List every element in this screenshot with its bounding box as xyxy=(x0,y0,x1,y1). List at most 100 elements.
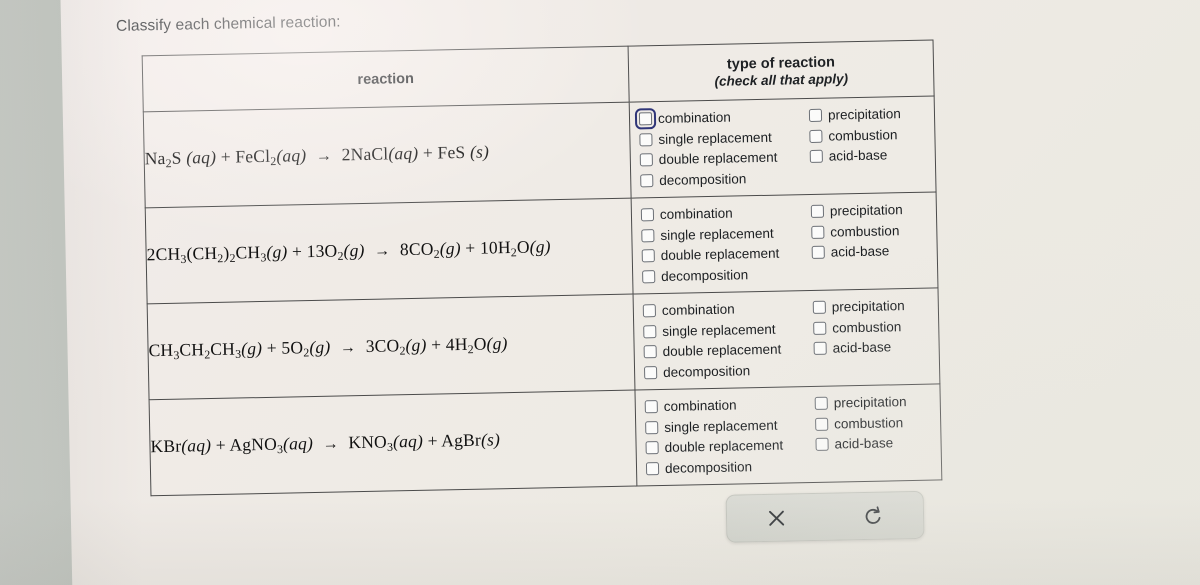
checkbox-label: combustion xyxy=(832,318,902,336)
checkbox-group: combination precipitation single replaceme… xyxy=(635,384,941,485)
checkbox-box-icon[interactable] xyxy=(644,399,658,414)
checkbox-label: acid-base xyxy=(830,243,890,260)
checkbox-label: combustion xyxy=(830,222,900,240)
checkbox-decomposition[interactable]: decomposition xyxy=(640,170,810,188)
checkbox-box-icon[interactable] xyxy=(643,324,657,338)
checkbox-precipitation[interactable]: precipitation xyxy=(814,393,935,411)
checkbox-single-replacement[interactable]: single replacement xyxy=(639,129,809,147)
checkbox-label: acid-base xyxy=(828,147,888,164)
checkbox-combination[interactable]: combination xyxy=(642,300,813,318)
checkbox-combustion[interactable]: combustion xyxy=(815,414,935,431)
checkbox-box-icon[interactable] xyxy=(641,228,655,243)
reaction-type-cell: combination precipitation single replaceme… xyxy=(631,191,938,295)
checkbox-label: decomposition xyxy=(661,267,749,285)
page-title: Classify each chemical reaction: xyxy=(115,13,341,35)
checkbox-box-icon[interactable] xyxy=(639,132,653,147)
checkbox-acid-base[interactable]: acid-base xyxy=(815,435,935,452)
checkbox-double-replacement[interactable]: double replacement xyxy=(639,149,810,167)
checkbox-box-icon[interactable] xyxy=(811,246,825,260)
checkbox-label: single replacement xyxy=(664,417,778,435)
reaction-equation: KBr(aq) + AgNO3(aq) → KNO3(aq) + AgBr(s) xyxy=(149,390,637,496)
checkbox-box-icon[interactable] xyxy=(811,225,825,239)
checkbox-box-icon[interactable] xyxy=(813,342,827,356)
reaction-equation: Na2S (aq) + FeCl2(aq) → 2NaCl(aq) + FeS … xyxy=(143,102,632,208)
checkbox-single-replacement[interactable]: single replacement xyxy=(645,417,815,435)
checkbox-label: single replacement xyxy=(660,225,774,243)
checkbox-row: decomposition xyxy=(640,165,931,192)
checkbox-box-icon[interactable] xyxy=(812,300,826,314)
checkbox-box-icon[interactable] xyxy=(643,366,658,380)
checkbox-decomposition[interactable]: decomposition xyxy=(643,362,814,381)
checkbox-double-replacement[interactable]: double replacement xyxy=(645,437,815,455)
checkbox-label: precipitation xyxy=(831,297,905,315)
checkbox-combustion[interactable]: combustion xyxy=(813,318,933,335)
checkbox-decomposition[interactable]: decomposition xyxy=(642,266,812,284)
checkbox-label: decomposition xyxy=(664,459,753,477)
checkbox-acid-base[interactable]: acid-base xyxy=(813,339,934,356)
checkbox-label: double replacement xyxy=(664,437,784,456)
reaction-type-cell: combination precipitation single replaceme… xyxy=(633,287,940,391)
checkbox-combination[interactable]: combination xyxy=(644,396,815,414)
page-content: Classify each chemical reaction: reactio… xyxy=(60,0,1200,585)
clear-button[interactable] xyxy=(727,494,826,542)
checkbox-box-icon[interactable] xyxy=(645,462,660,476)
checkbox-box-icon[interactable] xyxy=(815,438,829,452)
checkbox-box-icon[interactable] xyxy=(641,249,655,263)
checkbox-combustion[interactable]: combustion xyxy=(811,222,931,239)
checkbox-label: precipitation xyxy=(829,202,903,219)
checkbox-combination[interactable]: combination xyxy=(634,107,809,130)
table-row: KBr(aq) + AgNO3(aq) → KNO3(aq) + AgBr(s)… xyxy=(149,383,942,496)
checkbox-single-replacement[interactable]: single replacement xyxy=(641,225,811,243)
checkbox-box-icon[interactable] xyxy=(815,417,829,431)
checkbox-box-icon[interactable] xyxy=(813,321,827,335)
checkbox-label: combustion xyxy=(828,126,898,144)
checkbox-label: double replacement xyxy=(660,245,780,264)
table-row: Na2S (aq) + FeCl2(aq) → 2NaCl(aq) + FeS … xyxy=(143,95,937,208)
table-row: 2CH3(CH2)2CH3(g) + 13O2(g) → 8CO2(g) + 1… xyxy=(145,191,938,304)
checkbox-label: single replacement xyxy=(662,321,776,339)
checkbox-combination[interactable]: combination xyxy=(640,204,811,222)
checkbox-row: decomposition xyxy=(642,261,933,288)
checkbox-box-icon[interactable] xyxy=(634,107,657,130)
checkbox-label: decomposition xyxy=(662,363,751,381)
checkbox-combustion[interactable]: combustion xyxy=(809,126,929,143)
checkbox-precipitation[interactable]: precipitation xyxy=(810,201,931,219)
checkbox-acid-base[interactable]: acid-base xyxy=(811,243,932,260)
checkbox-box-icon[interactable] xyxy=(639,153,653,167)
checkbox-box-icon[interactable] xyxy=(640,208,655,222)
column-header-type: type of reaction (check all that apply) xyxy=(628,39,935,103)
checkbox-row: decomposition xyxy=(643,357,935,384)
checkbox-decomposition[interactable]: decomposition xyxy=(645,458,816,477)
checkbox-box-icon[interactable] xyxy=(640,174,654,188)
checkbox-box-icon[interactable] xyxy=(642,270,656,284)
checkbox-box-icon[interactable] xyxy=(809,129,823,143)
close-x-icon xyxy=(766,508,785,527)
reset-button[interactable] xyxy=(825,492,924,540)
checkbox-label: precipitation xyxy=(833,393,907,411)
checkbox-double-replacement[interactable]: double replacement xyxy=(643,341,814,360)
checkbox-box-icon[interactable] xyxy=(808,108,823,122)
checkbox-box-icon[interactable] xyxy=(642,303,657,318)
screen-surface: Classify each chemical reaction: reactio… xyxy=(60,0,1200,585)
checkbox-label: combination xyxy=(659,205,733,222)
checkbox-label: acid-base xyxy=(832,339,892,356)
checkbox-precipitation[interactable]: precipitation xyxy=(808,105,929,122)
checkbox-label: combination xyxy=(663,397,737,414)
checkbox-label: acid-base xyxy=(834,435,894,452)
checkbox-box-icon[interactable] xyxy=(809,150,823,164)
checkbox-precipitation[interactable]: precipitation xyxy=(812,297,933,315)
column-header-reaction: reaction xyxy=(142,46,630,112)
checkbox-acid-base[interactable]: acid-base xyxy=(809,147,930,164)
checkbox-group: combination precipitation single replaceme… xyxy=(630,96,936,197)
answer-toolbar xyxy=(725,490,925,543)
checkbox-row: decomposition xyxy=(645,453,937,480)
checkbox-box-icon[interactable] xyxy=(645,441,659,455)
checkbox-box-icon[interactable] xyxy=(814,396,828,410)
column-header-reaction-label: reaction xyxy=(357,70,415,88)
checkbox-single-replacement[interactable]: single replacement xyxy=(643,321,813,339)
checkbox-label: double replacement xyxy=(662,341,782,360)
checkbox-box-icon[interactable] xyxy=(810,204,825,218)
checkbox-double-replacement[interactable]: double replacement xyxy=(641,245,812,264)
checkbox-box-icon[interactable] xyxy=(643,345,657,359)
checkbox-box-icon[interactable] xyxy=(645,420,659,434)
